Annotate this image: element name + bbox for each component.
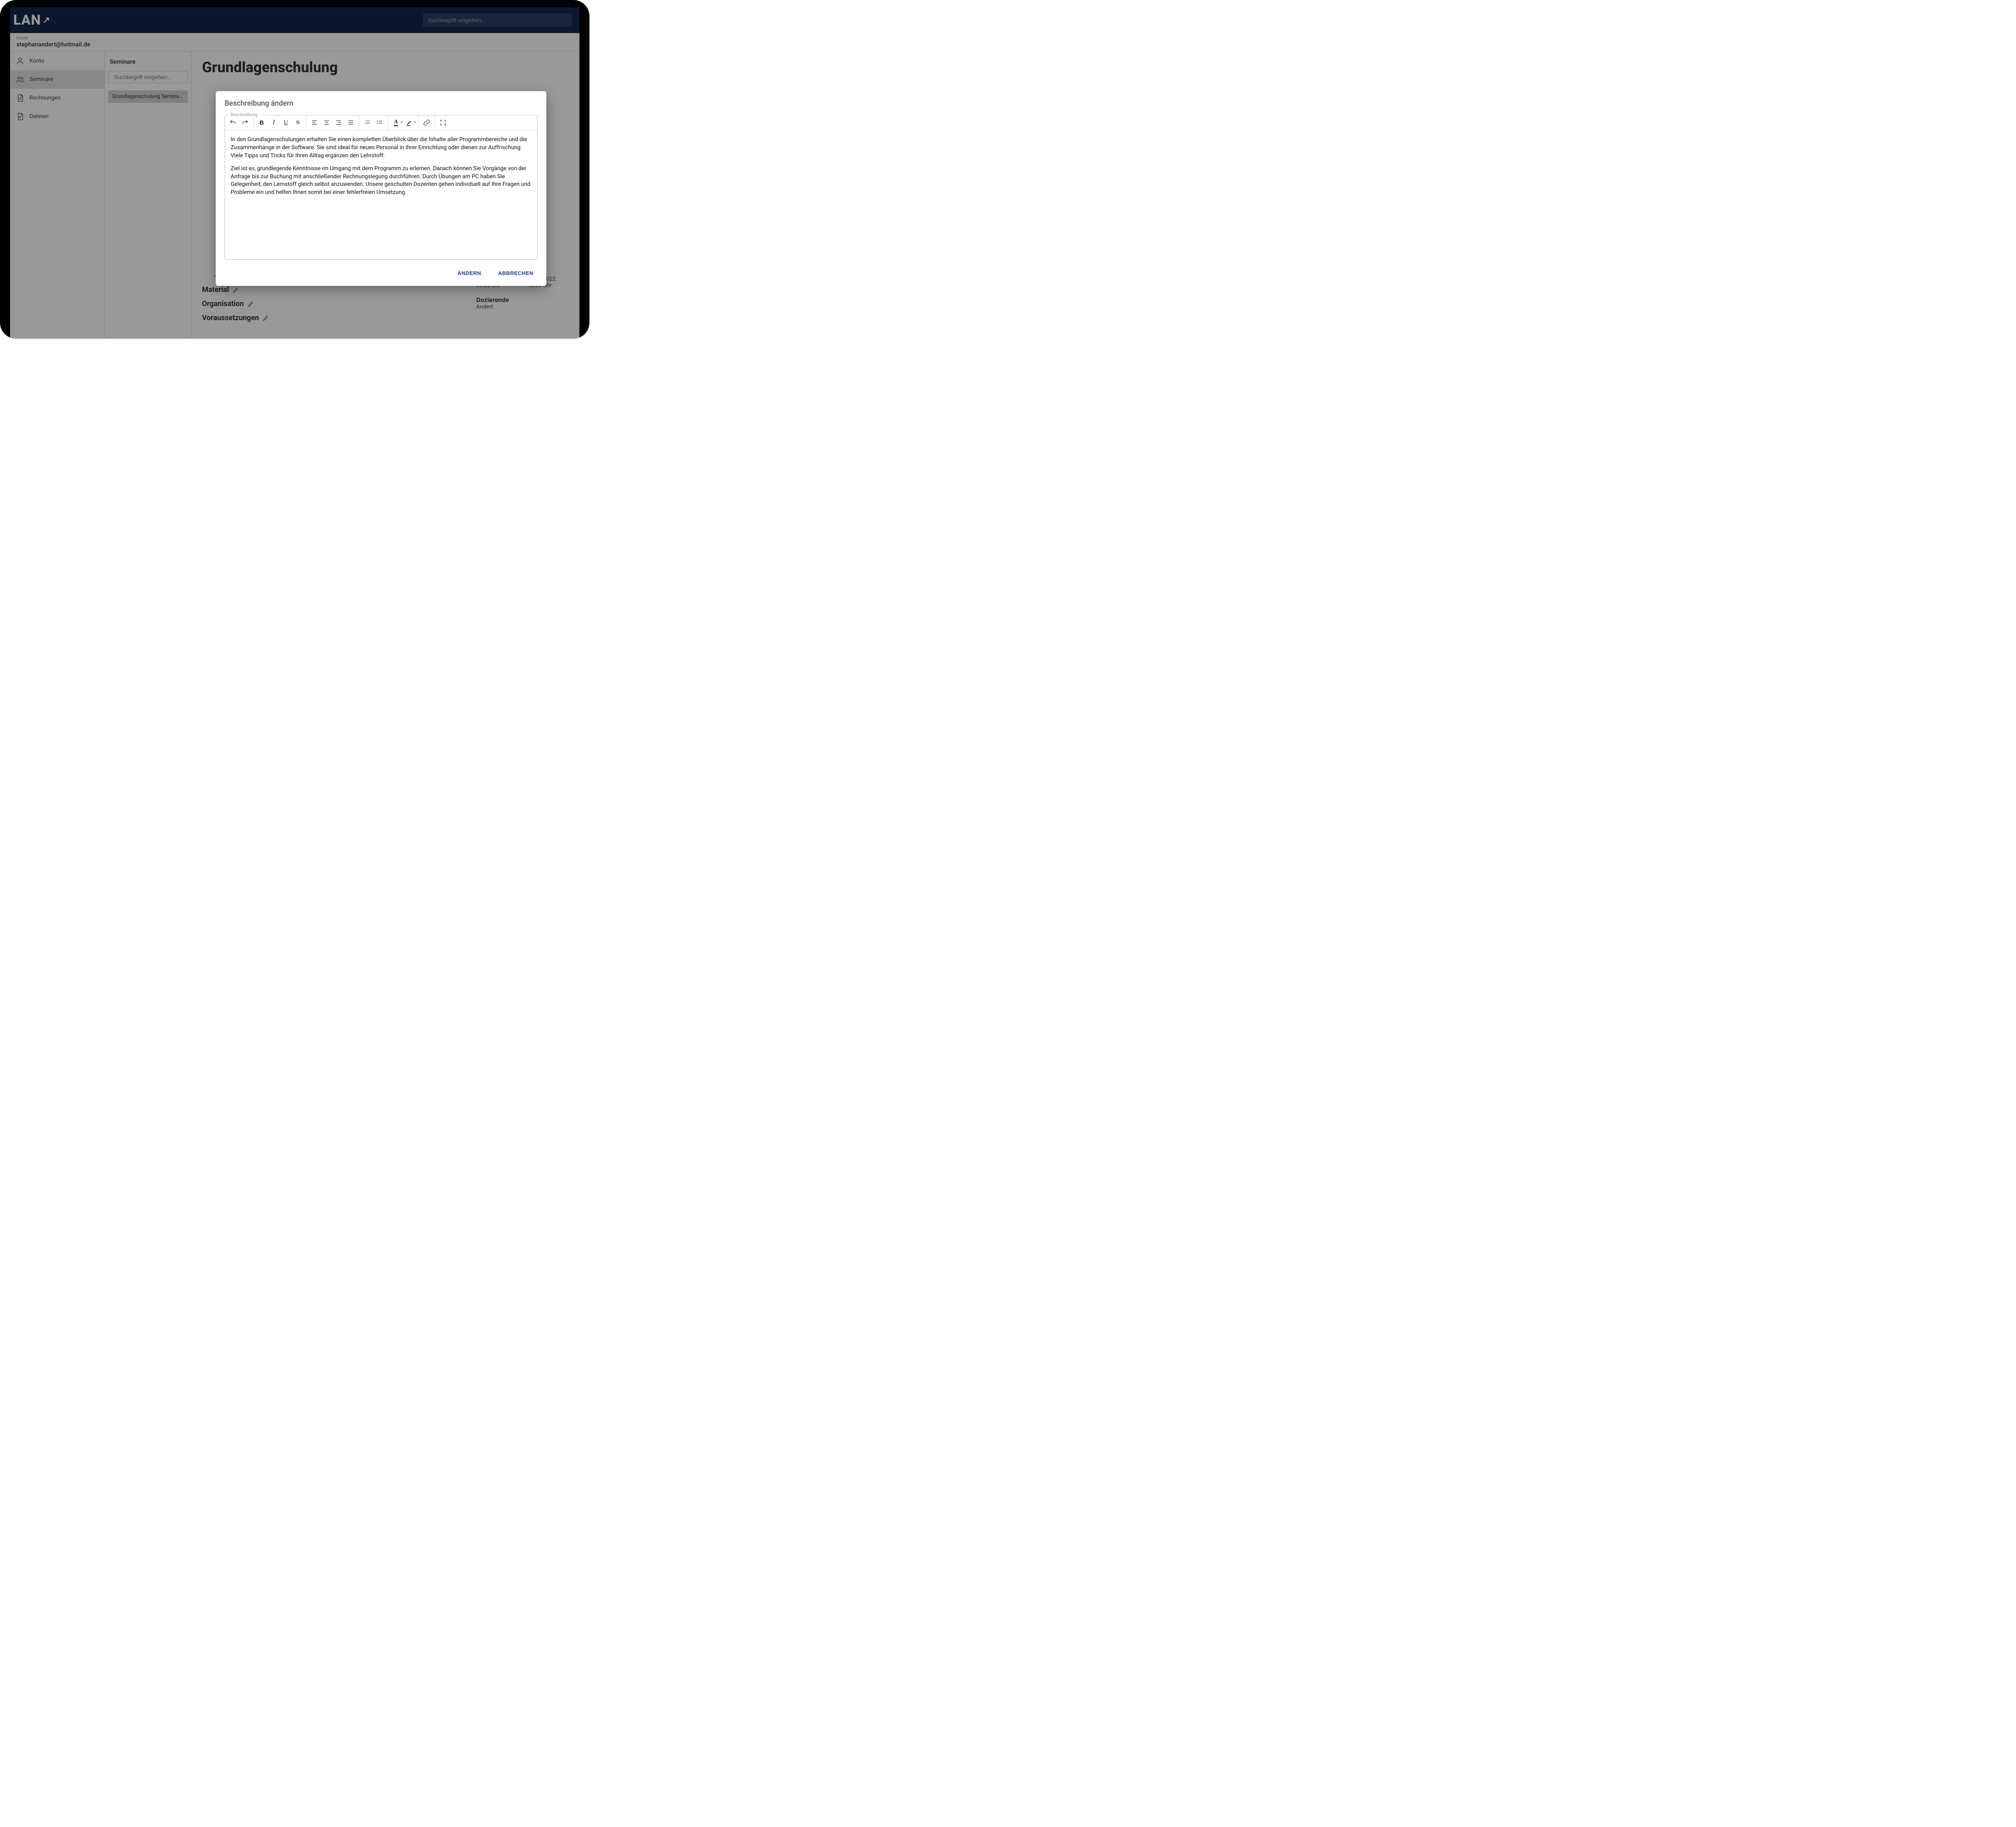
edit-description-modal: Beschreibung ändern Beschreibung B (216, 91, 546, 286)
ordered-list-icon: 12 (364, 119, 371, 126)
align-right-icon (335, 119, 342, 126)
highlight-icon (406, 119, 413, 126)
chevron-down-icon[interactable]: ▾ (414, 121, 416, 125)
unordered-list-button[interactable] (374, 117, 385, 128)
modal-title: Beschreibung ändern (225, 99, 537, 108)
underline-icon: U (284, 119, 288, 126)
align-left-icon (311, 119, 318, 126)
editor-toolbar: B I U S 12 (225, 115, 537, 130)
bold-button[interactable]: B (256, 117, 267, 128)
fullscreen-icon (439, 119, 447, 126)
svg-text:2: 2 (364, 122, 366, 125)
bold-icon: B (260, 119, 264, 126)
align-justify-icon (347, 119, 354, 126)
underline-button[interactable]: U (280, 117, 292, 128)
align-center-icon (323, 119, 330, 126)
align-left-button[interactable] (309, 117, 320, 128)
editor-field-label: Beschreibung (229, 112, 259, 117)
italic-button[interactable]: I (268, 117, 279, 128)
fullscreen-button[interactable] (437, 117, 449, 128)
strikethrough-icon: S (296, 119, 300, 126)
align-right-button[interactable] (333, 117, 344, 128)
redo-button[interactable] (240, 117, 251, 128)
strikethrough-button[interactable]: S (292, 117, 304, 128)
chevron-down-icon[interactable]: ▾ (401, 121, 403, 125)
ordered-list-button[interactable]: 12 (362, 117, 373, 128)
unordered-list-icon (376, 119, 383, 126)
highlight-color-button[interactable] (404, 117, 415, 128)
undo-button[interactable] (227, 117, 239, 128)
link-button[interactable] (421, 117, 432, 128)
editor-textarea[interactable]: In den Grundlagenschulungen erhalten Sie… (225, 130, 537, 259)
editor-paragraph: In den Grundlagenschulungen erhalten Sie… (231, 136, 531, 160)
submit-button[interactable]: ÄNDERN (454, 267, 485, 279)
italic-icon: I (273, 119, 275, 126)
align-justify-button[interactable] (345, 117, 356, 128)
editor-paragraph: Ziel ist es, grundlegende Kenntnisse im … (231, 165, 531, 197)
text-color-button[interactable]: A (390, 117, 402, 128)
link-icon (423, 119, 430, 126)
redo-icon (242, 119, 249, 126)
rich-text-editor: Beschreibung B I U S (225, 115, 537, 260)
modal-actions: ÄNDERN ABBRECHEN (225, 267, 537, 279)
text-color-icon: A (394, 119, 398, 126)
undo-icon (229, 119, 237, 126)
cancel-button[interactable]: ABBRECHEN (494, 267, 537, 279)
align-center-button[interactable] (321, 117, 332, 128)
